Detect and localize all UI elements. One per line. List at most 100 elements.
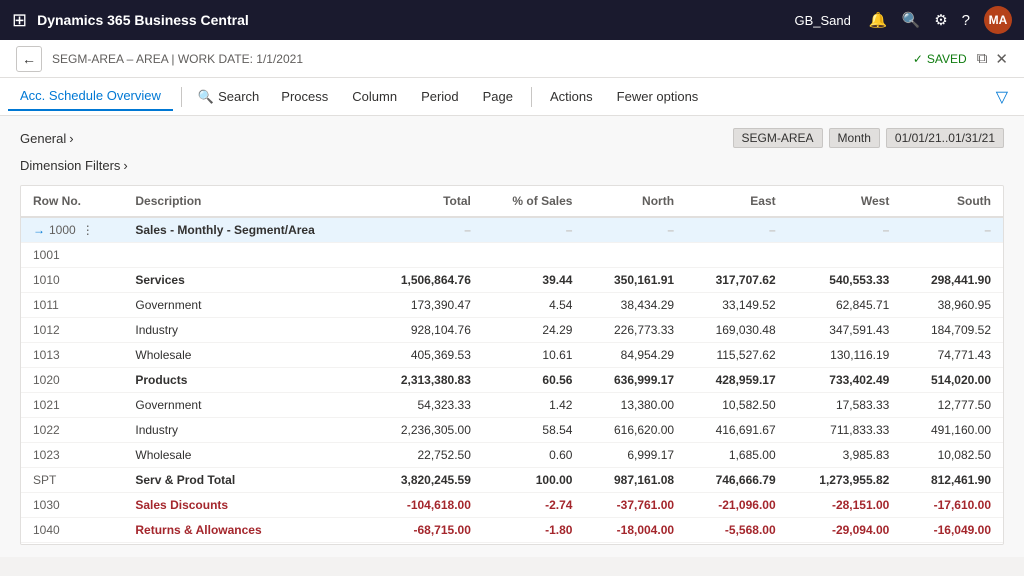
search-icon[interactable]: 🔍 xyxy=(902,11,921,29)
process-button[interactable]: Process xyxy=(271,84,338,109)
cell-row-no: 1022 xyxy=(21,418,123,443)
table-row[interactable]: 1013Wholesale405,369.5310.6184,954.29115… xyxy=(21,343,1003,368)
app-title: Dynamics 365 Business Central xyxy=(37,12,794,28)
cell-north: 636,999.17 xyxy=(584,368,686,393)
actions-button[interactable]: Actions xyxy=(540,84,603,109)
cell-north: 987,161.08 xyxy=(584,468,686,493)
username: GB_Sand xyxy=(794,13,850,28)
cell-total: 3,646,912.59 xyxy=(369,543,483,546)
month-tag[interactable]: Month xyxy=(829,128,880,148)
cell-description: Products xyxy=(123,368,369,393)
period-button[interactable]: Period xyxy=(411,84,469,109)
cell-pct: 10.61 xyxy=(483,343,585,368)
cell-total: 22,752.50 xyxy=(369,443,483,468)
fewer-options-button[interactable]: Fewer options xyxy=(607,84,709,109)
cell-description: Industry xyxy=(123,318,369,343)
cell-pct: 95.46 xyxy=(483,543,585,546)
cell-pct xyxy=(483,243,585,268)
table-row[interactable]: 1020Products2,313,380.8360.56636,999.174… xyxy=(21,368,1003,393)
table-row[interactable]: 1099Total3,646,912.5995.46931,396.08720,… xyxy=(21,543,1003,546)
page-button[interactable]: Page xyxy=(473,84,523,109)
table-row[interactable]: 1001 xyxy=(21,243,1003,268)
breadcrumb-actions: ⧉ ✕ xyxy=(977,50,1008,68)
breadcrumb: SEGM-AREA – AREA | WORK DATE: 1/1/2021 xyxy=(52,52,903,66)
cell-west: 1,216,710.82 xyxy=(788,543,902,546)
cell-total: 173,390.47 xyxy=(369,293,483,318)
row-menu-icon[interactable]: ⋮ xyxy=(82,223,94,237)
cell-west xyxy=(788,243,902,268)
cell-east: -5,568.00 xyxy=(686,518,788,543)
cell-pct: 58.54 xyxy=(483,418,585,443)
cell-west: 347,591.43 xyxy=(788,318,902,343)
cell-description: Services xyxy=(123,268,369,293)
open-new-window-button[interactable]: ⧉ xyxy=(977,50,988,67)
cell-total: 2,313,380.83 xyxy=(369,368,483,393)
cell-description xyxy=(123,243,369,268)
cell-north xyxy=(584,243,686,268)
table-header-row: Row No. Description Total % of Sales Nor… xyxy=(21,186,1003,217)
cell-total xyxy=(369,243,483,268)
cell-row-no: 1099 xyxy=(21,543,123,546)
cell-south: 74,771.43 xyxy=(901,343,1003,368)
cell-description: Total xyxy=(123,543,369,546)
table-row[interactable]: 1012Industry928,104.7624.29226,773.33169… xyxy=(21,318,1003,343)
bell-icon[interactable]: 🔔 xyxy=(869,11,888,29)
cell-description: Serv & Prod Total xyxy=(123,468,369,493)
cell-west: 130,116.19 xyxy=(788,343,902,368)
cell-south: 812,461.90 xyxy=(901,468,1003,493)
checkmark-icon: ✓ xyxy=(913,52,923,66)
column-button[interactable]: Column xyxy=(342,84,407,109)
table-row[interactable]: 1010Services1,506,864.7639.44350,161.913… xyxy=(21,268,1003,293)
back-button[interactable]: ← xyxy=(16,46,42,72)
tab-acc-schedule-overview[interactable]: Acc. Schedule Overview xyxy=(8,82,173,111)
cell-east: – xyxy=(686,217,788,243)
cell-description: Wholesale xyxy=(123,343,369,368)
cell-row-no: 1010 xyxy=(21,268,123,293)
cell-description: Sales - Monthly - Segment/Area xyxy=(123,217,369,243)
cell-south: 298,441.90 xyxy=(901,268,1003,293)
cell-row-no: SPT xyxy=(21,468,123,493)
cell-north: 350,161.91 xyxy=(584,268,686,293)
table-row[interactable]: 1022Industry2,236,305.0058.54616,620.004… xyxy=(21,418,1003,443)
cell-total: -68,715.00 xyxy=(369,518,483,543)
table-row[interactable]: SPTServ & Prod Total3,820,245.59100.0098… xyxy=(21,468,1003,493)
cell-north: 13,380.00 xyxy=(584,393,686,418)
cell-west: 711,833.33 xyxy=(788,418,902,443)
cell-pct: -2.74 xyxy=(483,493,585,518)
table-row[interactable]: 1011Government173,390.474.5438,434.2933,… xyxy=(21,293,1003,318)
date-range-tag[interactable]: 01/01/21..01/31/21 xyxy=(886,128,1004,148)
cell-description: Wholesale xyxy=(123,443,369,468)
cell-west: 17,583.33 xyxy=(788,393,902,418)
user-avatar[interactable]: MA xyxy=(984,6,1012,34)
dimension-filters-link[interactable]: Dimension Filters › xyxy=(20,158,1004,173)
general-link[interactable]: General › xyxy=(20,131,74,146)
gear-icon[interactable]: ⚙ xyxy=(934,11,947,29)
table-row[interactable]: 1030Sales Discounts-104,618.00-2.74-37,7… xyxy=(21,493,1003,518)
grid-icon[interactable]: ⊞ xyxy=(12,10,27,31)
cell-west: 3,985.83 xyxy=(788,443,902,468)
col-pct-sales: % of Sales xyxy=(483,186,585,217)
table-row[interactable]: 1040Returns & Allowances-68,715.00-1.80-… xyxy=(21,518,1003,543)
cell-total: 1,506,864.76 xyxy=(369,268,483,293)
dimension-filters-section: Dimension Filters › xyxy=(20,158,1004,173)
cell-total: – xyxy=(369,217,483,243)
cell-north: – xyxy=(584,217,686,243)
table-row[interactable]: 1021Government54,323.331.4213,380.0010,5… xyxy=(21,393,1003,418)
cell-south: 12,777.50 xyxy=(901,393,1003,418)
table-row[interactable]: 1023Wholesale22,752.500.606,999.171,685.… xyxy=(21,443,1003,468)
pin-button[interactable]: ✕ xyxy=(995,50,1008,68)
cell-row-no: 1001 xyxy=(21,243,123,268)
cell-pct: 24.29 xyxy=(483,318,585,343)
chevron-right-icon: › xyxy=(69,131,73,146)
filter-icon[interactable]: ▽ xyxy=(996,87,1008,107)
help-icon[interactable]: ? xyxy=(962,12,970,29)
cell-pct: 100.00 xyxy=(483,468,585,493)
cell-description: Returns & Allowances xyxy=(123,518,369,543)
table-row[interactable]: →1000⋮Sales - Monthly - Segment/Area––––… xyxy=(21,217,1003,243)
col-west: West xyxy=(788,186,902,217)
cell-total: 2,236,305.00 xyxy=(369,418,483,443)
segm-area-tag[interactable]: SEGM-AREA xyxy=(733,128,823,148)
search-button[interactable]: 🔍 Search xyxy=(190,85,267,109)
toolbar: Acc. Schedule Overview 🔍 Search Process … xyxy=(0,78,1024,116)
cell-east: -21,096.00 xyxy=(686,493,788,518)
